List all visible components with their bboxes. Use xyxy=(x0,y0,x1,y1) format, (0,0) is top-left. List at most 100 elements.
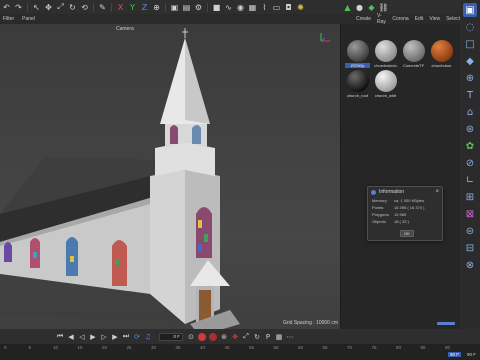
globe-icon[interactable]: ⊜ xyxy=(463,224,477,238)
tweak-icon[interactable]: ⊘ xyxy=(463,156,477,170)
sphere-icon[interactable]: ● xyxy=(355,3,364,12)
info-row: Memory: ca. 1 000 KBytes xyxy=(368,197,442,204)
prev-key-icon[interactable]: ◀ xyxy=(67,333,75,341)
symmetry-icon[interactable]: ⊞ xyxy=(463,190,477,204)
material-swatch[interactable] xyxy=(374,70,397,92)
material-item[interactable]: church_whit xyxy=(373,70,398,98)
edges-mode-icon[interactable]: □ xyxy=(463,37,477,51)
timeline-tick: 80 xyxy=(396,345,402,350)
coordinate-system-icon[interactable]: ⊕ xyxy=(152,3,161,12)
material-swatch[interactable] xyxy=(346,70,369,92)
uv-icon[interactable]: ⊠ xyxy=(463,207,477,221)
info-value: 16 396 ( 16 374 ) xyxy=(394,205,425,210)
material-menu-create[interactable]: Create xyxy=(356,16,371,22)
vray-logo-icon[interactable]: ▲ xyxy=(343,3,352,12)
camera-icon[interactable]: ◘ xyxy=(284,3,293,12)
axis-mode-icon[interactable]: ∟ xyxy=(463,173,477,187)
material-swatch[interactable] xyxy=(430,40,453,62)
next-key-icon[interactable]: ▶ xyxy=(111,333,119,341)
rotate-icon[interactable]: ↻ xyxy=(68,3,77,12)
viewport-menu-filter[interactable]: Filter xyxy=(3,16,14,22)
live-select-icon[interactable]: ↖ xyxy=(32,3,41,12)
keyframe-icon[interactable]: ⊛ xyxy=(220,333,228,341)
current-frame-field[interactable]: 0 F xyxy=(159,332,183,341)
record-button[interactable] xyxy=(198,332,206,341)
play-icon[interactable]: ▶ xyxy=(89,333,97,341)
polygons-mode-icon[interactable]: ◆ xyxy=(463,54,477,68)
material-item[interactable]: churchwindo xyxy=(373,40,398,68)
toolbar-divider xyxy=(165,2,166,12)
timeline-tick: 65 xyxy=(322,345,328,350)
timeline-tick: 20 xyxy=(102,345,108,350)
texture-mode-icon[interactable]: ⊕ xyxy=(463,71,477,85)
undo-icon[interactable]: ↶ xyxy=(2,3,11,12)
position-key-icon[interactable]: ✥ xyxy=(231,333,239,341)
info-key: Objects: xyxy=(372,219,387,224)
material-menu-edit[interactable]: Edit xyxy=(415,16,424,22)
subdivision-icon[interactable]: ◉ xyxy=(236,3,245,12)
soft-selection-icon[interactable]: ✿ xyxy=(463,139,477,153)
text-tool-icon[interactable]: T xyxy=(463,88,477,102)
link-icon[interactable]: ⛓ xyxy=(378,3,388,12)
material-swatch[interactable] xyxy=(346,40,369,62)
pose-icon[interactable]: ⊙ xyxy=(187,333,195,341)
timeline-tick: 5 xyxy=(28,345,32,350)
recent-tools-icon[interactable]: ⟲ xyxy=(80,3,89,12)
pen-icon[interactable]: ✎ xyxy=(98,3,107,12)
spline-pen-icon[interactable]: ∿ xyxy=(224,3,233,12)
rotation-key-icon[interactable]: ↻ xyxy=(253,333,261,341)
lock-icon[interactable]: ⊟ xyxy=(463,241,477,255)
array-icon[interactable]: ▦ xyxy=(248,3,257,12)
material-menu-corona[interactable]: Corona xyxy=(392,16,408,22)
plugin-icon[interactable]: ◆ xyxy=(367,3,376,12)
material-item[interactable]: church_roof xyxy=(345,70,370,98)
thumbnail-size-slider[interactable] xyxy=(437,322,455,325)
y-axis-lock-icon[interactable]: Y xyxy=(128,3,137,12)
timeline-ruler[interactable]: 90 F 90 F 0 5 10 15 20 25 30 35 40 45 50 55 60 65 70 75… xyxy=(0,344,480,360)
model-mode-icon[interactable]: ▣ xyxy=(463,3,477,17)
motion-icon[interactable]: ⋯ xyxy=(286,333,294,341)
close-icon[interactable]: × xyxy=(435,189,439,195)
material-item[interactable]: ConcreteTF xyxy=(401,40,426,68)
info-row: Polygons: 15 989 xyxy=(368,211,442,218)
ok-button[interactable]: OK xyxy=(400,230,414,237)
param-key-icon[interactable]: P xyxy=(264,333,272,341)
workplane-icon[interactable]: ⌂ xyxy=(463,105,477,119)
material-menu-view[interactable]: View xyxy=(429,16,440,22)
3d-viewport[interactable]: Camera Grid Spacing: 10000 cm xyxy=(0,24,340,329)
light-icon[interactable]: ✺ xyxy=(296,3,305,12)
timeline-tick: 45 xyxy=(224,345,230,350)
floor-icon[interactable]: ▭ xyxy=(272,3,281,12)
scale-key-icon[interactable]: ⤢ xyxy=(242,332,250,341)
snapping-icon[interactable]: ⊛ xyxy=(463,122,477,136)
toolbar-divider xyxy=(207,2,208,12)
scale-icon[interactable]: ⤢ xyxy=(56,2,65,12)
render-view-icon[interactable]: ▣ xyxy=(170,3,179,12)
material-swatch[interactable] xyxy=(402,40,425,62)
material-item[interactable]: churchdoor xyxy=(429,40,454,68)
x-axis-lock-icon[interactable]: X xyxy=(116,3,125,12)
goto-end-icon[interactable]: ⏭ xyxy=(122,332,130,341)
end-frame-a: 90 F xyxy=(447,352,461,357)
points-mode-icon[interactable]: ◌ xyxy=(463,20,477,34)
deformer-icon[interactable]: ⌇ xyxy=(260,3,269,12)
sound-icon[interactable]: ♫ xyxy=(144,333,152,341)
loop-icon[interactable]: ⟳ xyxy=(133,333,141,341)
goto-start-icon[interactable]: ⏮ xyxy=(56,332,64,341)
chain-icon[interactable]: ⊗ xyxy=(463,258,477,272)
move-icon[interactable]: ✥ xyxy=(44,3,53,12)
render-settings-icon[interactable]: ⚙ xyxy=(194,3,203,12)
next-frame-icon[interactable]: ▷ xyxy=(100,333,108,341)
material-item[interactable]: ZSTrDy xyxy=(345,40,370,68)
grid-spacing-label: Grid Spacing : 10000 cm xyxy=(282,320,338,326)
prev-frame-icon[interactable]: ◁ xyxy=(78,333,86,341)
redo-icon[interactable]: ↷ xyxy=(14,3,23,12)
pla-key-icon[interactable]: ▦ xyxy=(275,333,283,341)
cube-icon[interactable]: ■ xyxy=(212,3,221,12)
z-axis-lock-icon[interactable]: Z xyxy=(140,3,149,12)
material-swatch[interactable] xyxy=(374,40,397,62)
autokey-button[interactable] xyxy=(209,332,217,341)
render-picture-viewer-icon[interactable]: ▤ xyxy=(182,3,191,12)
viewport-menu-panel[interactable]: Panel xyxy=(22,16,35,22)
material-menu-select[interactable]: Select xyxy=(446,16,460,22)
